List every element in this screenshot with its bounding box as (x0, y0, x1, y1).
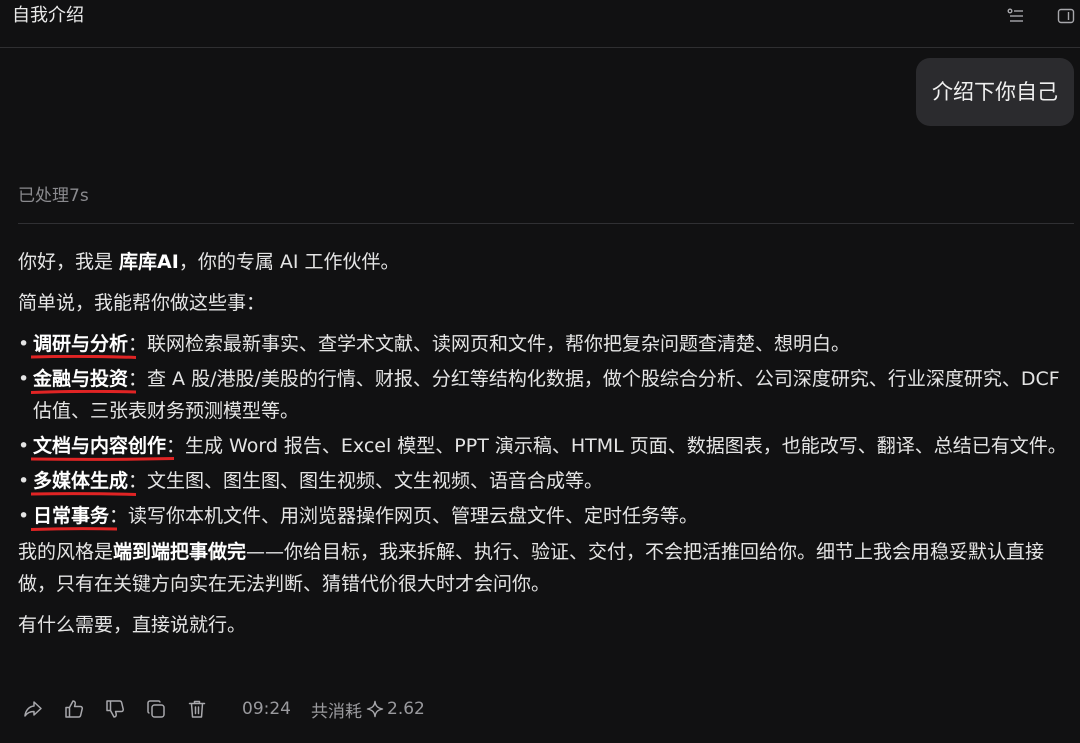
list-item: 多媒体生成：文生图、图生图、图生视频、文生视频、语音合成等。 (18, 465, 1068, 497)
intro-line: 简单说，我能帮你做这些事： (18, 292, 266, 314)
list-item: 调研与分析：联网检索最新事实、查学术文献、读网页和文件，帮你把复杂问题查清楚、想… (18, 328, 1068, 360)
capability-desc: ：查 A 股/港股/美股的行情、财报、分红等结构化数据，做个股综合分析、公司深度… (33, 368, 1060, 422)
red-underline (31, 492, 137, 496)
style-pre: 我的风格是 (18, 541, 114, 563)
capability-desc: ：联网检索最新事实、查学术文献、读网页和文件，帮你把复杂问题查清楚、想明白。 (128, 333, 851, 355)
red-underline (31, 527, 118, 531)
message-time: 09:24 (242, 699, 291, 719)
assistant-name: 库库AI (119, 251, 179, 273)
capability-name: 日常事务 (31, 505, 118, 531)
processed-status[interactable]: 已处理7s (18, 184, 89, 208)
greeting-line: 你好，我是 库库AI，你的专属 AI 工作伙伴。 (18, 246, 1068, 278)
capability-desc: ：读写你本机文件、用浏览器操作网页、管理云盘文件、定时任务等。 (109, 505, 699, 527)
message-actions: 09:24 共消耗 2.62 (22, 696, 425, 722)
capability-name: 金融与投资 (31, 368, 137, 394)
greeting-pre: 你好，我是 (18, 251, 120, 273)
conversation-title: 自我介绍 (12, 5, 84, 26)
capability-name: 文档与内容创作 (31, 435, 175, 461)
copy-icon[interactable] (145, 698, 167, 720)
divider (18, 223, 1074, 224)
sparkle-icon (366, 700, 384, 718)
style-paragraph: 我的风格是端到端把事做完——你给目标，我来拆解、执行、验证、交付，不会把活推回给… (18, 536, 1068, 600)
list-item: 文档与内容创作：生成 Word 报告、Excel 模型、PPT 演示稿、HTML… (18, 430, 1068, 462)
list-item: 金融与投资：查 A 股/港股/美股的行情、财报、分红等结构化数据，做个股综合分析… (18, 363, 1068, 427)
top-bar: 自我介绍 (0, 0, 1080, 48)
capability-name: 多媒体生成 (31, 470, 137, 496)
list-icon[interactable] (1006, 6, 1026, 26)
cost-label: 共消耗 (311, 701, 362, 722)
capability-list: 调研与分析：联网检索最新事实、查学术文献、读网页和文件，帮你把复杂问题查清楚、想… (18, 328, 1068, 532)
closing-line: 有什么需要，直接说就行。 (18, 614, 247, 636)
assistant-answer: 你好，我是 库库AI，你的专属 AI 工作伙伴。 简单说，我能帮你做这些事： 调… (18, 246, 1068, 650)
delete-icon[interactable] (186, 698, 208, 720)
red-underline (31, 355, 137, 359)
greeting-post: ，你的专属 AI 工作伙伴。 (178, 251, 400, 273)
thumbs-up-icon[interactable] (63, 698, 85, 720)
share-icon[interactable] (22, 698, 44, 720)
cost-value: 2.62 (387, 699, 425, 719)
capability-name: 调研与分析 (31, 333, 137, 359)
thumbs-down-icon[interactable] (104, 698, 126, 720)
capability-desc: ：文生图、图生图、图生视频、文生视频、语音合成等。 (128, 470, 604, 492)
capability-desc: ：生成 Word 报告、Excel 模型、PPT 演示稿、HTML 页面、数据图… (166, 435, 1067, 457)
style-highlight: 端到端把事做完 (113, 541, 247, 563)
list-item: 日常事务：读写你本机文件、用浏览器操作网页、管理云盘文件、定时任务等。 (18, 500, 1068, 532)
red-underline (31, 390, 137, 394)
sidebar-panel-icon[interactable] (1056, 6, 1076, 26)
red-underline (31, 457, 175, 461)
user-message-bubble: 介绍下你自己 (916, 58, 1074, 126)
